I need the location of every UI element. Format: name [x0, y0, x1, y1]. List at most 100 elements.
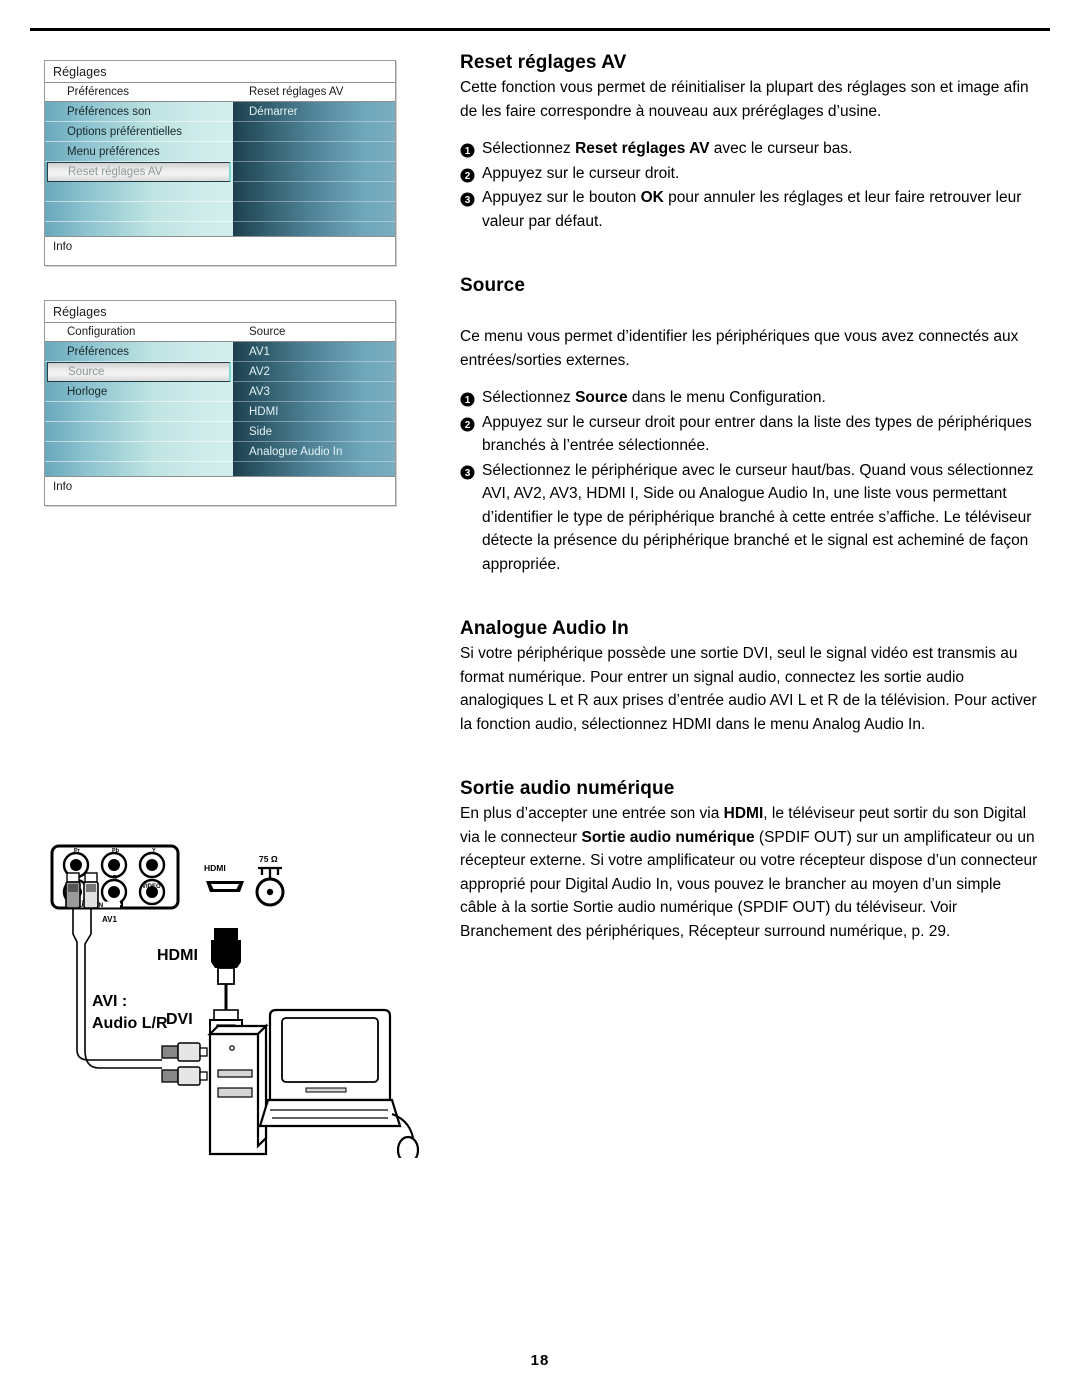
svg-text:VIDEO: VIDEO [142, 884, 161, 890]
osd-header-row: Préférences Reset réglages AV [45, 83, 395, 102]
osd-left-item[interactable]: Préférences [45, 342, 233, 362]
osd-right-item[interactable]: Side [233, 422, 395, 442]
svg-text:Pb: Pb [112, 848, 120, 854]
osd-left-list: Préférences Source Horloge [45, 342, 233, 482]
osd-right-item[interactable]: Analogue Audio In [233, 442, 395, 462]
step-text: Appuyez sur le curseur droit. [482, 164, 680, 182]
osd-left-item[interactable]: Préférences son [45, 102, 233, 122]
osd-right-item[interactable] [233, 202, 395, 222]
svg-text:1: 1 [465, 146, 471, 157]
numbered-bullet-icon: 1 [460, 386, 482, 407]
svg-text:HDMI: HDMI [157, 947, 198, 964]
svg-text:Y: Y [152, 848, 156, 854]
section-heading-analogue: Analogue Audio In [460, 618, 629, 639]
osd-left-item[interactable] [45, 402, 233, 422]
osd-right-item[interactable] [233, 162, 395, 182]
osd-header-right: Source [249, 326, 286, 338]
left-column: Réglages Préférences Reset réglages AV P… [44, 60, 404, 540]
step-text: Sélectionnez le périphérique avec le cur… [482, 461, 1034, 573]
hdmi-cable-plug-icon: HDMI [157, 928, 241, 1012]
antenna-socket-icon: 75 Ω [255, 854, 285, 907]
osd-right-list: AV1 AV2 AV3 HDMI Side Analogue Audio In [233, 342, 395, 482]
osd-header-row: Configuration Source [45, 323, 395, 342]
osd-body: Préférences Source Horloge AV1 AV2 AV3 H… [45, 342, 395, 482]
osd-right-item[interactable]: Démarrer [233, 102, 395, 122]
svg-text:R: R [113, 875, 117, 881]
step-text: Appuyez sur le curseur droit pour entrer… [482, 413, 1032, 455]
osd-left-item[interactable] [45, 202, 233, 222]
step-item: 2 Appuyez sur le curseur droit pour entr… [460, 411, 1040, 458]
osd-left-item[interactable] [45, 182, 233, 202]
osd-menu-source: Réglages Configuration Source Préférence… [44, 300, 396, 506]
page-number: 18 [530, 1352, 550, 1369]
step-text: Appuyez sur le bouton OK pour annuler le… [482, 189, 1022, 230]
svg-text:3: 3 [465, 468, 471, 479]
osd-right-item[interactable] [233, 222, 395, 242]
pc-tower-icon [207, 1023, 269, 1156]
section-intro-source: Ce menu vous permet d’identifier les pér… [460, 328, 1019, 369]
svg-text:Pr: Pr [74, 848, 81, 854]
section-intro-analogue: Si votre périphérique possède une sortie… [460, 645, 1037, 733]
hdmi-socket-icon: HDMI [204, 863, 244, 892]
osd-left-item[interactable]: Menu préférences [45, 142, 233, 162]
osd-left-item-selected[interactable]: Source [47, 362, 231, 382]
osd-title: Réglages [45, 301, 395, 323]
step-item: 1 Sélectionnez Source dans le menu Confi… [460, 386, 1040, 410]
step-item: 1 Sélectionnez Reset réglages AV avec le… [460, 137, 1040, 161]
svg-text:AVI :: AVI : [92, 993, 127, 1010]
osd-header-left: Préférences [67, 86, 130, 98]
osd-left-item[interactable]: Horloge [45, 382, 233, 402]
step-item: 3 Sélectionnez le périphérique avec le c… [460, 459, 1040, 577]
osd-header-right: Reset réglages AV [249, 86, 344, 98]
right-column: Reset réglages AV Cette fonction vous pe… [460, 52, 1040, 943]
svg-text:75 Ω: 75 Ω [259, 854, 278, 864]
osd-header-left: Configuration [67, 326, 136, 338]
step-item: 3 Appuyez sur le bouton OK pour annuler … [460, 186, 1040, 233]
numbered-bullet-icon: 2 [460, 162, 482, 183]
pc-monitor-icon [258, 1008, 420, 1158]
section-heading-reset: Reset réglages AV [460, 52, 627, 73]
numbered-bullet-icon: 3 [460, 459, 482, 480]
step-item: 2 Appuyez sur le curseur droit. [460, 162, 1040, 186]
numbered-bullet-icon: 1 [460, 137, 482, 158]
svg-text:1: 1 [465, 395, 471, 406]
section-heading-source: Source [460, 275, 526, 296]
osd-left-item-selected[interactable]: Reset réglages AV [47, 162, 231, 182]
osd-right-item[interactable] [233, 142, 395, 162]
page-top-rule [30, 28, 1050, 31]
section-intro-spdif: En plus d’accepter une entrée son via HD… [460, 805, 1038, 940]
numbered-bullet-icon: 3 [460, 186, 482, 207]
osd-right-list: Démarrer [233, 102, 395, 242]
osd-right-item[interactable]: AV1 [233, 342, 395, 362]
svg-text:AV1: AV1 [102, 915, 118, 924]
osd-body: Préférences son Options préférentielles … [45, 102, 395, 242]
osd-menu-reset-reglages-av: Réglages Préférences Reset réglages AV P… [44, 60, 396, 266]
osd-right-item[interactable]: AV3 [233, 382, 395, 402]
osd-left-item[interactable] [45, 422, 233, 442]
osd-title: Réglages [45, 61, 395, 83]
svg-text:2: 2 [465, 420, 471, 431]
osd-right-item[interactable] [233, 182, 395, 202]
steps-list-source: 1 Sélectionnez Source dans le menu Confi… [460, 386, 1040, 576]
steps-list-reset: 1 Sélectionnez Reset réglages AV avec le… [460, 137, 1040, 233]
osd-left-item[interactable]: Options préférentielles [45, 122, 233, 142]
osd-right-item[interactable] [233, 462, 395, 482]
osd-left-item[interactable] [45, 442, 233, 462]
osd-right-item[interactable]: AV2 [233, 362, 395, 382]
connection-diagram: Pr Pb Y L R VIDEO AUDIO IN AV1 HDMI 75 Ω [44, 838, 424, 1158]
svg-text:Audio L/R: Audio L/R [92, 1015, 168, 1032]
svg-text:DVI: DVI [166, 1011, 193, 1028]
numbered-bullet-icon: 2 [460, 411, 482, 432]
svg-text:3: 3 [465, 195, 471, 206]
osd-left-item[interactable] [45, 462, 233, 482]
osd-left-list: Préférences son Options préférentielles … [45, 102, 233, 242]
svg-text:HDMI: HDMI [204, 863, 226, 873]
svg-text:2: 2 [465, 171, 471, 182]
osd-left-item[interactable] [45, 222, 233, 242]
section-heading-spdif: Sortie audio numérique [460, 778, 675, 799]
osd-right-item[interactable]: HDMI [233, 402, 395, 422]
osd-right-item[interactable] [233, 122, 395, 142]
step-text: Sélectionnez Reset réglages AV avec le c… [482, 140, 853, 157]
step-text: Sélectionnez Source dans le menu Configu… [482, 389, 826, 406]
section-intro-reset: Cette fonction vous permet de réinitiali… [460, 79, 1029, 120]
